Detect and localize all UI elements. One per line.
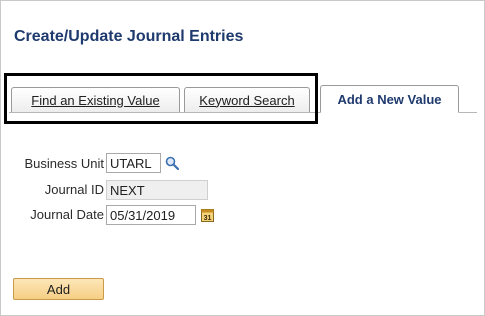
- journal-date-input[interactable]: [106, 205, 196, 225]
- add-button[interactable]: Add: [13, 278, 104, 300]
- business-unit-label: Business Unit: [24, 156, 104, 171]
- journal-id-field: [106, 180, 208, 200]
- page-title: Create/Update Journal Entries: [14, 28, 244, 45]
- tab-keyword-search[interactable]: Keyword Search: [184, 87, 310, 112]
- tab-add-new-value[interactable]: Add a New Value: [320, 85, 459, 113]
- tab-find-existing-value[interactable]: Find an Existing Value: [11, 87, 180, 112]
- journal-id-label: Journal ID: [44, 182, 104, 197]
- tab-label: Keyword Search: [199, 92, 295, 108]
- business-unit-input[interactable]: [106, 153, 161, 173]
- page-frame: Create/Update Journal Entries Find an Ex…: [0, 0, 485, 316]
- calendar-icon[interactable]: 31: [199, 207, 215, 223]
- search-icon[interactable]: [164, 155, 180, 171]
- svg-text:31: 31: [203, 215, 211, 222]
- tab-label: Find an Existing Value: [31, 92, 160, 108]
- journal-date-label: Journal Date: [30, 207, 104, 222]
- tab-label: Add a New Value: [337, 91, 442, 107]
